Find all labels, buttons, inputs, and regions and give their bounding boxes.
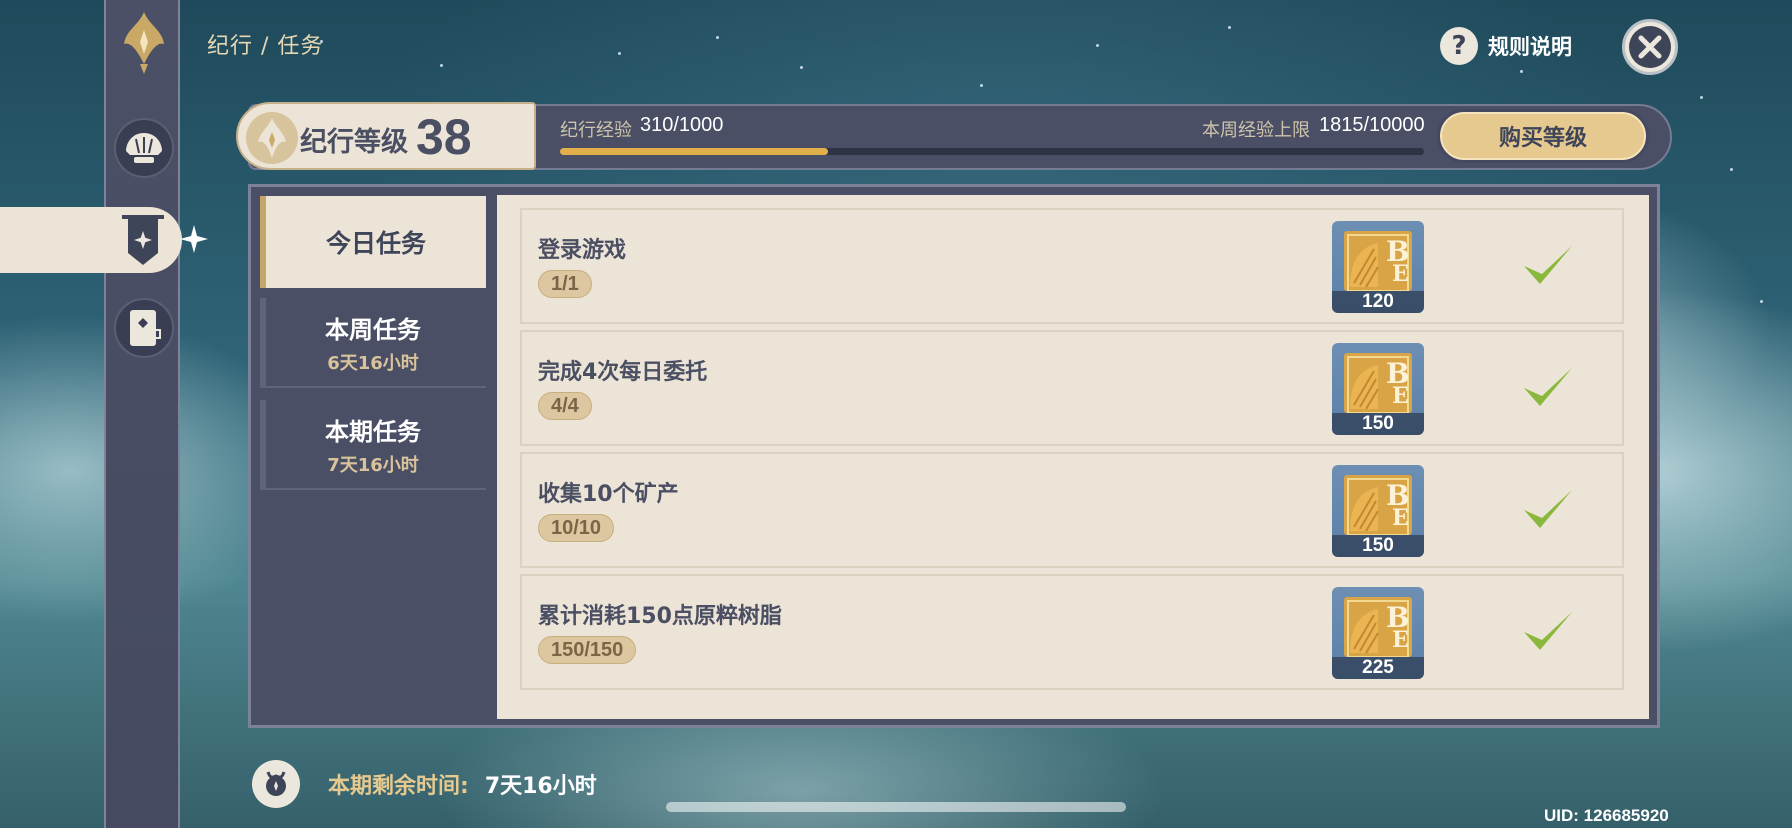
reward-quantity: 150 — [1332, 413, 1424, 435]
close-icon — [1638, 35, 1662, 59]
exp-progress-bar — [560, 148, 1424, 155]
exp-book-icon: B E — [1344, 231, 1412, 291]
exp-book-icon: B E — [1344, 597, 1412, 657]
reward-item[interactable]: B E 120 — [1332, 221, 1424, 313]
remaining-label: 本期剩余时间: — [328, 774, 469, 799]
weekly-cap-label: 本周经验上限 — [1202, 120, 1310, 141]
task-progress-badge: 1/1 — [538, 270, 592, 298]
remaining-value: 7天16小时 — [484, 774, 597, 799]
level-emblem-icon — [246, 112, 298, 164]
tab-today-label: 今日任务 — [325, 229, 426, 258]
shell-icon — [126, 133, 162, 163]
completed-check-icon — [1524, 490, 1572, 528]
reward-item[interactable]: B E 225 — [1332, 587, 1424, 679]
reward-quantity: 120 — [1332, 291, 1424, 313]
task-row: 完成4次每日委托 4/4 B E 150 — [520, 330, 1624, 446]
weekly-cap-value: 1815/10000 — [1319, 114, 1425, 136]
exp-value: 310/1000 — [640, 114, 724, 136]
nav-shop-button[interactable] — [114, 298, 174, 358]
svg-text:E: E — [1392, 383, 1409, 409]
task-name: 收集10个矿产 — [538, 482, 679, 507]
task-progress-badge: 150/150 — [538, 636, 637, 664]
tab-weekly-label: 本周任务 — [325, 315, 421, 344]
task-row: 登录游戏 1/1 B E 120 — [520, 208, 1624, 324]
task-progress-badge: 4/4 — [538, 392, 592, 420]
uid-label: UID: 126685920 — [1544, 806, 1669, 825]
reward-quantity: 225 — [1332, 657, 1424, 679]
level-value: 38 — [416, 109, 472, 165]
completed-check-icon — [1524, 246, 1572, 284]
side-navigation — [104, 0, 180, 828]
tab-today[interactable]: 今日任务 — [260, 196, 486, 288]
task-row: 收集10个矿产 10/10 B E 150 — [520, 452, 1624, 568]
level-card: 纪行等级 38 — [236, 102, 536, 170]
home-indicator[interactable] — [666, 802, 1126, 812]
nav-rewards-button[interactable] — [114, 118, 174, 178]
season-icon — [252, 760, 300, 808]
task-name: 完成4次每日委托 — [538, 360, 708, 385]
note-icon — [130, 310, 161, 346]
reward-item[interactable]: B E 150 — [1332, 465, 1424, 557]
svg-text:E: E — [1392, 261, 1409, 287]
tab-season-label: 本期任务 — [325, 417, 421, 446]
battle-pass-logo — [124, 12, 164, 74]
task-name: 累计消耗150点原粹树脂 — [538, 604, 782, 629]
task-row: 累计消耗150点原粹树脂 150/150 B E 225 — [520, 574, 1624, 690]
task-progress-badge: 10/10 — [538, 514, 615, 542]
nav-tasks-button[interactable] — [0, 207, 208, 273]
rules-button[interactable]: ? 规则说明 — [1440, 26, 1572, 66]
banner-icon — [122, 215, 164, 265]
breadcrumb: 纪行 / 任务 — [207, 34, 324, 59]
reward-item[interactable]: B E 150 — [1332, 343, 1424, 435]
exp-book-icon: B E — [1344, 353, 1412, 413]
completed-check-icon — [1524, 612, 1572, 650]
tab-weekly-timer: 6天16小时 — [327, 352, 419, 374]
level-label: 纪行等级 — [300, 127, 408, 158]
svg-text:E: E — [1392, 627, 1409, 653]
exp-book-icon: B E — [1344, 475, 1412, 535]
tab-weekly[interactable]: 本周任务 6天16小时 — [260, 298, 486, 388]
reward-quantity: 150 — [1332, 535, 1424, 557]
tab-season[interactable]: 本期任务 7天16小时 — [260, 400, 486, 490]
svg-text:E: E — [1392, 505, 1409, 531]
task-name: 登录游戏 — [538, 238, 627, 263]
sparkle-icon — [180, 225, 208, 253]
rules-label: 规则说明 — [1488, 35, 1572, 59]
completed-check-icon — [1524, 368, 1572, 406]
tab-season-timer: 7天16小时 — [327, 454, 419, 476]
exp-label: 纪行经验 — [560, 120, 632, 141]
season-remaining: 本期剩余时间: 7天16小时 — [252, 760, 597, 808]
buy-level-button[interactable]: 购买等级 — [1440, 112, 1646, 160]
close-button[interactable] — [1622, 19, 1678, 75]
question-icon: ? — [1440, 27, 1478, 65]
exp-progress-fill — [560, 148, 828, 155]
